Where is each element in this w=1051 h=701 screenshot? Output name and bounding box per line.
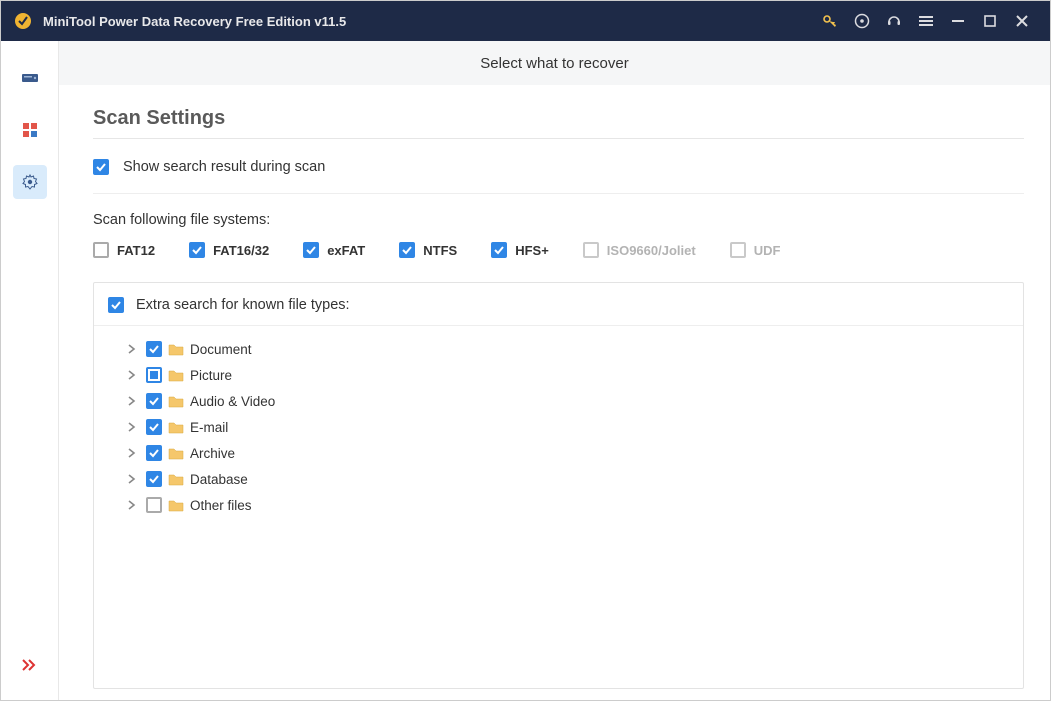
sidebar-item-drives[interactable] bbox=[13, 61, 47, 95]
folder-icon bbox=[168, 368, 184, 382]
chevron-right-icon[interactable] bbox=[124, 497, 140, 513]
checkbox-udf bbox=[730, 242, 746, 258]
fs-option-ntfs[interactable]: NTFS bbox=[399, 242, 457, 258]
folder-icon bbox=[168, 498, 184, 512]
tree-label: E-mail bbox=[190, 420, 228, 435]
sidebar-expand-icon[interactable] bbox=[13, 648, 47, 682]
sidebar bbox=[1, 41, 59, 700]
fs-option-fat1632[interactable]: FAT16/32 bbox=[189, 242, 269, 258]
chevron-right-icon[interactable] bbox=[124, 393, 140, 409]
checkbox-av[interactable] bbox=[146, 393, 162, 409]
chevron-right-icon[interactable] bbox=[124, 445, 140, 461]
section-heading: Scan Settings bbox=[93, 107, 1024, 139]
sidebar-item-types[interactable] bbox=[13, 113, 47, 147]
app-icon bbox=[13, 11, 33, 31]
support-icon[interactable] bbox=[878, 5, 910, 37]
sidebar-item-settings[interactable] bbox=[13, 165, 47, 199]
disc-icon[interactable] bbox=[846, 5, 878, 37]
titlebar: MiniTool Power Data Recovery Free Editio… bbox=[1, 1, 1050, 41]
checkbox-fat12[interactable] bbox=[93, 242, 109, 258]
close-icon[interactable] bbox=[1006, 5, 1038, 37]
folder-icon bbox=[168, 342, 184, 356]
fs-label: UDF bbox=[754, 243, 781, 258]
tree-node-document[interactable]: Document bbox=[124, 336, 1009, 362]
fs-option-exfat[interactable]: exFAT bbox=[303, 242, 365, 258]
checkbox-other[interactable] bbox=[146, 497, 162, 513]
maximize-icon[interactable] bbox=[974, 5, 1006, 37]
fs-label: HFS+ bbox=[515, 243, 549, 258]
footer-buttons: Cancel OK bbox=[93, 689, 1024, 700]
page-subtitle: Select what to recover bbox=[59, 41, 1050, 85]
checkbox-email[interactable] bbox=[146, 419, 162, 435]
tree-body: Document Picture Audio & Video bbox=[94, 326, 1023, 688]
app-title: MiniTool Power Data Recovery Free Editio… bbox=[43, 14, 814, 29]
menu-icon[interactable] bbox=[910, 5, 942, 37]
minimize-icon[interactable] bbox=[942, 5, 974, 37]
fs-label: NTFS bbox=[423, 243, 457, 258]
checkbox-hfs[interactable] bbox=[491, 242, 507, 258]
filetype-tree-panel: Extra search for known file types: Docum… bbox=[93, 282, 1024, 689]
upgrade-icon[interactable] bbox=[814, 5, 846, 37]
fs-option-udf: UDF bbox=[730, 242, 781, 258]
label-show-search-result: Show search result during scan bbox=[123, 159, 325, 175]
chevron-right-icon[interactable] bbox=[124, 471, 140, 487]
label-extra-search: Extra search for known file types: bbox=[136, 297, 350, 313]
checkbox-database[interactable] bbox=[146, 471, 162, 487]
fs-label: ISO9660/Joliet bbox=[607, 243, 696, 258]
content-panel: Scan Settings Show search result during … bbox=[59, 85, 1050, 700]
checkbox-picture[interactable] bbox=[146, 367, 162, 383]
tree-label: Picture bbox=[190, 368, 232, 383]
label-scan-filesystems: Scan following file systems: bbox=[93, 212, 1024, 228]
fs-option-fat12[interactable]: FAT12 bbox=[93, 242, 155, 258]
folder-icon bbox=[168, 472, 184, 486]
tree-node-database[interactable]: Database bbox=[124, 466, 1009, 492]
fs-label: exFAT bbox=[327, 243, 365, 258]
tree-label: Document bbox=[190, 342, 252, 357]
chevron-right-icon[interactable] bbox=[124, 419, 140, 435]
chevron-right-icon[interactable] bbox=[124, 341, 140, 357]
checkbox-fat1632[interactable] bbox=[189, 242, 205, 258]
tree-label: Database bbox=[190, 472, 248, 487]
tree-label: Archive bbox=[190, 446, 235, 461]
checkbox-iso bbox=[583, 242, 599, 258]
checkbox-show-search-result[interactable] bbox=[93, 159, 109, 175]
checkbox-exfat[interactable] bbox=[303, 242, 319, 258]
chevron-right-icon[interactable] bbox=[124, 367, 140, 383]
tree-node-other[interactable]: Other files bbox=[124, 492, 1009, 518]
folder-icon bbox=[168, 394, 184, 408]
folder-icon bbox=[168, 420, 184, 434]
fs-label: FAT16/32 bbox=[213, 243, 269, 258]
tree-node-email[interactable]: E-mail bbox=[124, 414, 1009, 440]
tree-node-av[interactable]: Audio & Video bbox=[124, 388, 1009, 414]
checkbox-extra-search[interactable] bbox=[108, 297, 124, 313]
tree-node-picture[interactable]: Picture bbox=[124, 362, 1009, 388]
checkbox-document[interactable] bbox=[146, 341, 162, 357]
filesystem-options: FAT12 FAT16/32 exFAT NTFS bbox=[93, 242, 1024, 258]
fs-label: FAT12 bbox=[117, 243, 155, 258]
tree-label: Other files bbox=[190, 498, 252, 513]
checkbox-archive[interactable] bbox=[146, 445, 162, 461]
main-area: Select what to recover Scan Settings Sho… bbox=[59, 41, 1050, 700]
fs-option-iso: ISO9660/Joliet bbox=[583, 242, 696, 258]
fs-option-hfs[interactable]: HFS+ bbox=[491, 242, 549, 258]
tree-label: Audio & Video bbox=[190, 394, 275, 409]
checkbox-ntfs[interactable] bbox=[399, 242, 415, 258]
folder-icon bbox=[168, 446, 184, 460]
app-window: MiniTool Power Data Recovery Free Editio… bbox=[0, 0, 1051, 701]
tree-node-archive[interactable]: Archive bbox=[124, 440, 1009, 466]
